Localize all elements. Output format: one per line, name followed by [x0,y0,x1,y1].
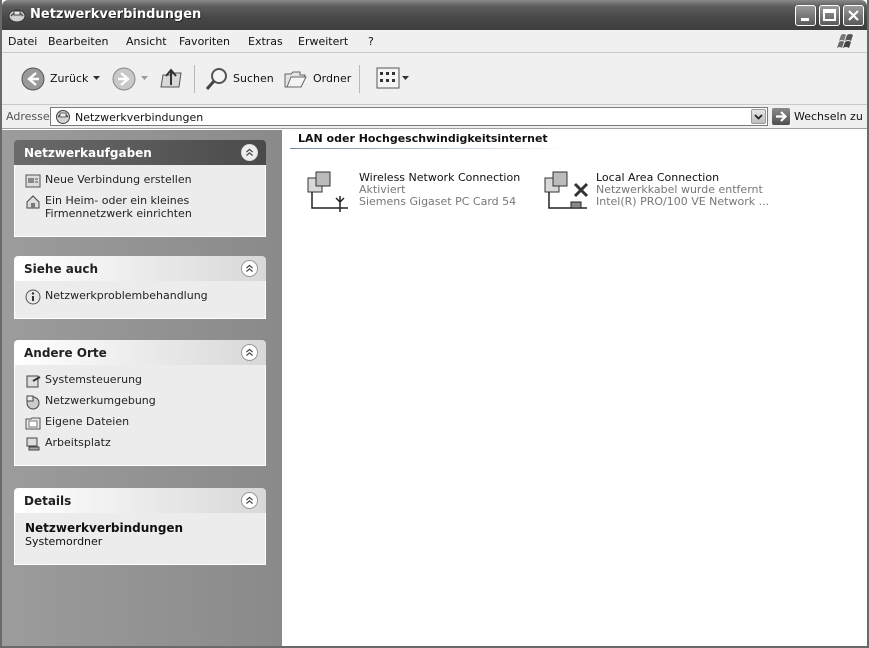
see-also-body: Netzwerkproblembehandlung [14,281,266,319]
back-dropdown-icon[interactable] [93,76,100,81]
views-icon[interactable] [376,67,400,89]
address-bar: Adresse Netzwerkverbindungen Wechseln zu [2,105,867,129]
connection-device: Siemens Gigaset PC Card 54 [359,195,517,208]
lan-disconnected-icon [544,171,589,209]
panel-title: Siehe auch [24,262,99,276]
details-header[interactable]: Details [14,488,266,513]
search-icon[interactable] [204,66,230,92]
new-connection-icon [25,174,41,188]
home-network-icon [26,195,40,209]
see-also-panel: Siehe auch Netzwerkproblembehandlung [14,256,266,319]
details-name: Netzwerkverbindungen [25,521,184,535]
go-button[interactable] [772,108,790,125]
collapse-chevron-icon[interactable] [241,260,258,277]
search-label[interactable]: Suchen [233,72,274,85]
network-connections-icon [8,9,26,23]
details-body: Netzwerkverbindungen Systemordner [14,513,266,565]
go-label[interactable]: Wechseln zu [794,110,863,123]
computer-icon [26,437,40,451]
views-dropdown-icon[interactable] [402,76,409,81]
task-label[interactable]: Netzwerkproblembehandlung [45,289,208,302]
maximize-icon [823,9,836,21]
task-pane: Netzwerkaufgaben Neue Verbindung erstell… [2,130,282,646]
address-value: Netzwerkverbindungen [75,111,204,124]
explorer-window: Netzwerkverbindungen Datei Bearbeiten An… [0,0,869,648]
place-my-computer[interactable]: Arbeitsplatz [25,436,257,457]
forward-arrow-icon[interactable] [111,66,137,92]
toolbar-separator [359,65,360,93]
group-divider [290,148,565,149]
windows-logo-icon [837,34,853,48]
place-control-panel[interactable]: Systemsteuerung [25,373,257,394]
folders-label[interactable]: Ordner [313,72,351,85]
minimize-icon [801,18,809,21]
documents-folder-icon [25,417,41,430]
connection-lan[interactable]: Local Area Connection Netzwerkkabel wurd… [537,168,852,218]
place-label[interactable]: Eigene Dateien [45,415,129,428]
details-type: Systemordner [25,535,103,548]
place-my-documents[interactable]: Eigene Dateien [25,415,257,436]
task-new-connection[interactable]: Neue Verbindung erstellen [25,173,257,194]
go-arrow-icon [776,111,788,122]
task-troubleshooter[interactable]: Netzwerkproblembehandlung [25,289,257,310]
collapse-chevron-icon[interactable] [241,344,258,361]
window-title: Netzwerkverbindungen [30,7,202,22]
close-button[interactable] [843,5,864,26]
other-places-body: Systemsteuerung Netzwerkumgebung Eigene … [14,365,266,466]
network-tasks-header[interactable]: Netzwerkaufgaben [14,140,266,165]
minimize-button[interactable] [795,5,816,26]
network-tasks-panel: Netzwerkaufgaben Neue Verbindung erstell… [14,140,266,237]
toolbar-separator [194,65,195,93]
close-icon [848,10,859,21]
task-label[interactable]: Ein Heim- oder ein kleines Firmennetzwer… [45,194,192,220]
file-list-area[interactable]: LAN oder Hochgeschwindigkeitsinternet Wi… [282,130,867,646]
place-label[interactable]: Systemsteuerung [45,373,142,386]
title-bar[interactable]: Netzwerkverbindungen [2,0,867,30]
address-field[interactable]: Netzwerkverbindungen [50,107,768,126]
menu-help[interactable]: ? [368,35,374,48]
menu-bar: Datei Bearbeiten Ansicht Favoriten Extra… [2,30,867,53]
place-label[interactable]: Arbeitsplatz [45,436,111,449]
task-label[interactable]: Neue Verbindung erstellen [45,173,192,186]
panel-title: Andere Orte [24,346,107,360]
see-also-header[interactable]: Siehe auch [14,256,266,281]
panel-title: Netzwerkaufgaben [24,146,152,160]
chevron-down-icon [754,114,763,120]
back-arrow-icon[interactable] [20,66,46,92]
folder-up-icon[interactable] [157,65,185,93]
network-connections-icon [56,110,70,124]
collapse-chevron-icon[interactable] [241,144,258,161]
network-places-icon [26,395,40,410]
wireless-connection-icon [307,171,348,212]
menu-ansicht[interactable]: Ansicht [126,35,167,48]
connection-wireless[interactable]: Wireless Network Connection Aktiviert Si… [300,168,530,218]
folders-icon[interactable] [282,66,308,92]
other-places-header[interactable]: Andere Orte [14,340,266,365]
info-icon [25,289,41,305]
connection-device: Intel(R) PRO/100 VE Network ... [596,195,770,208]
task-home-network[interactable]: Ein Heim- oder ein kleines Firmennetzwer… [25,194,257,228]
address-label: Adresse [6,110,50,123]
forward-dropdown-icon[interactable] [141,76,148,81]
menu-favoriten[interactable]: Favoriten [179,35,230,48]
menu-erweitert[interactable]: Erweitert [298,35,348,48]
control-panel-icon [26,375,41,388]
menu-bearbeiten[interactable]: Bearbeiten [48,35,108,48]
network-tasks-body: Neue Verbindung erstellen Ein Heim- oder… [14,165,266,237]
other-places-panel: Andere Orte Systemsteuerung Netzwerkumge… [14,340,266,466]
maximize-button[interactable] [819,5,840,26]
place-label[interactable]: Netzwerkumgebung [45,394,156,407]
toolbar: Zurück Suchen Ordner [2,53,867,105]
panel-title: Details [24,494,72,508]
menu-extras[interactable]: Extras [248,35,283,48]
group-header: LAN oder Hochgeschwindigkeitsinternet [298,132,548,145]
place-network-neighborhood[interactable]: Netzwerkumgebung [25,394,257,415]
collapse-chevron-icon[interactable] [241,492,258,509]
back-label[interactable]: Zurück [50,72,88,85]
details-panel: Details Netzwerkverbindungen Systemordne… [14,488,266,565]
address-dropdown-button[interactable] [751,109,766,124]
menu-datei[interactable]: Datei [8,35,37,48]
